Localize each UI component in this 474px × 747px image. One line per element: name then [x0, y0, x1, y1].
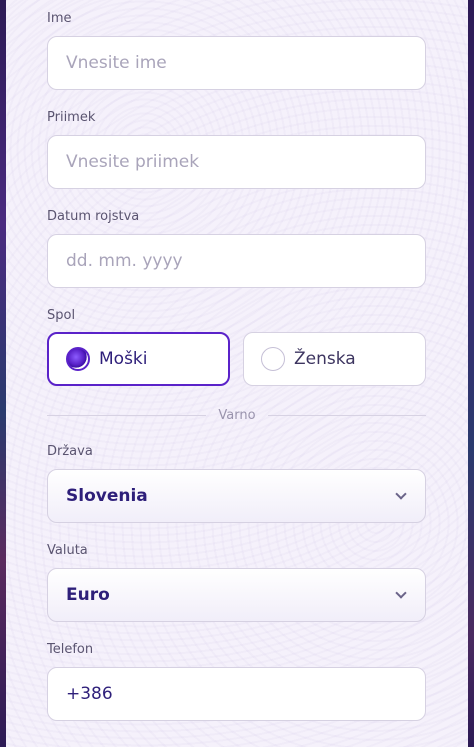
- gender-option-male[interactable]: Moški: [47, 332, 230, 386]
- country-label: Država: [47, 444, 93, 459]
- country-value: Slovenia: [66, 486, 148, 506]
- gender-label: Spol: [47, 308, 76, 323]
- birth-date-placeholder: dd. mm. yyyy: [66, 251, 183, 271]
- gender-option-male-label: Moški: [99, 349, 148, 369]
- chevron-down-icon: [395, 488, 407, 500]
- radio-selected-icon: [66, 347, 90, 371]
- currency-select[interactable]: Euro: [47, 568, 426, 622]
- phone-field[interactable]: +386: [47, 667, 426, 721]
- first-name-placeholder: Vnesite ime: [66, 53, 167, 73]
- gender-option-female-label: Ženska: [294, 349, 356, 369]
- divider-line-right: [268, 415, 426, 416]
- phone-value: +386: [66, 684, 113, 704]
- secure-divider-label: Varno: [218, 408, 256, 423]
- birth-date-label: Datum rojstva: [47, 209, 140, 224]
- last-name-label: Priimek: [47, 110, 96, 125]
- first-name-field[interactable]: Vnesite ime: [47, 36, 426, 90]
- currency-value: Euro: [66, 585, 110, 605]
- registration-form-panel: Ime Vnesite ime Priimek Vnesite priimek …: [6, 0, 468, 747]
- last-name-placeholder: Vnesite priimek: [66, 152, 200, 172]
- birth-date-field[interactable]: dd. mm. yyyy: [47, 234, 426, 288]
- last-name-field[interactable]: Vnesite priimek: [47, 135, 426, 189]
- country-select[interactable]: Slovenia: [47, 469, 426, 523]
- currency-label: Valuta: [47, 543, 88, 558]
- divider-line-left: [47, 415, 206, 416]
- chevron-down-icon: [395, 587, 407, 599]
- radio-unselected-icon: [261, 347, 285, 371]
- gender-option-female[interactable]: Ženska: [243, 332, 426, 386]
- first-name-label: Ime: [47, 11, 72, 26]
- phone-label: Telefon: [47, 642, 94, 657]
